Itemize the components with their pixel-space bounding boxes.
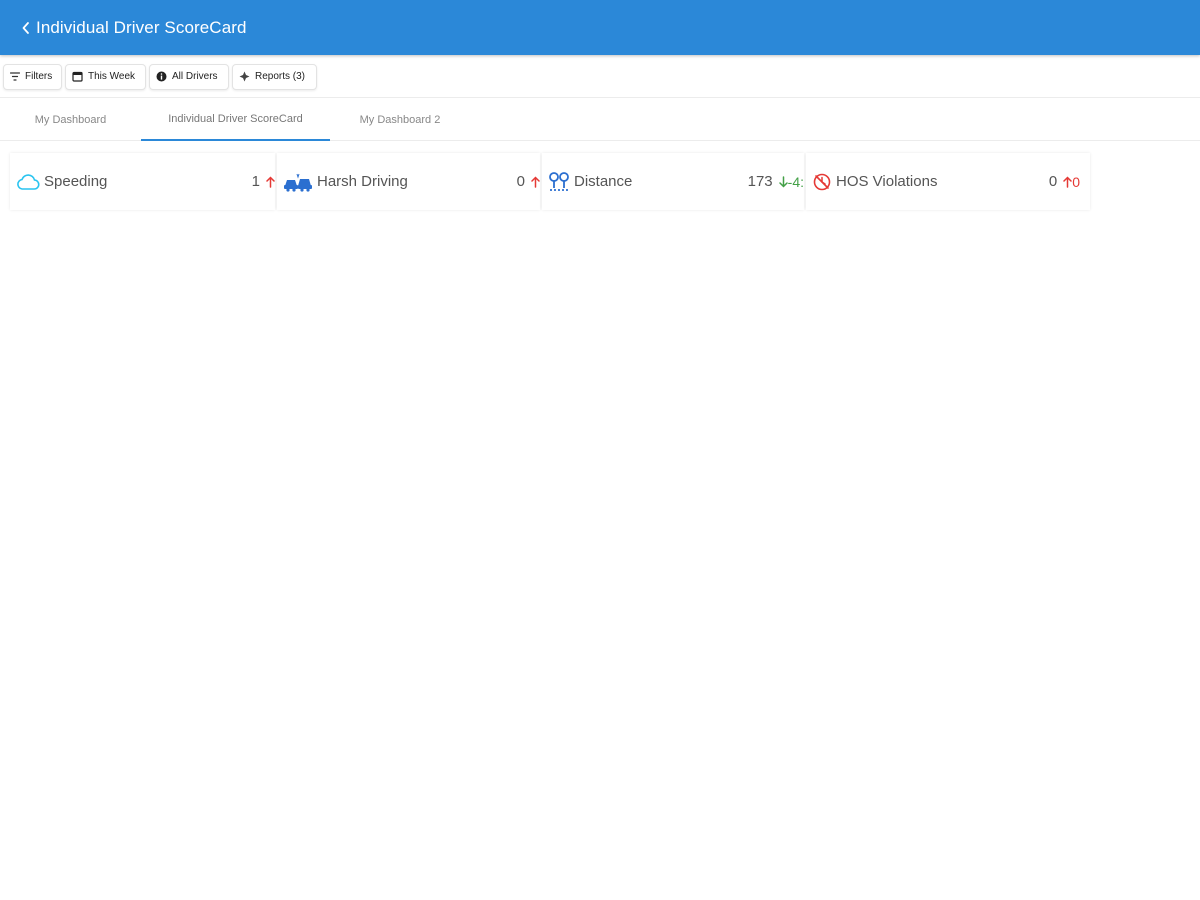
trend-indicator: 0 (1063, 174, 1080, 190)
chevron-left-icon (22, 21, 29, 34)
tab-label: Individual Driver ScoreCard (168, 113, 303, 125)
card-value: 1 (251, 173, 260, 190)
card-value: 0 (516, 173, 525, 190)
filter-icon (10, 72, 20, 81)
card-label: HOS Violations (836, 173, 938, 190)
card-label: Speeding (44, 173, 108, 190)
no-clock-icon (812, 172, 832, 192)
arrow-up-icon (531, 175, 540, 188)
trend-indicator: -4: (778, 173, 804, 190)
trend-indicator (531, 175, 540, 188)
drivers-button[interactable]: All Drivers (149, 63, 229, 90)
dashboard-tabs: My Dashboard Individual Driver ScoreCard… (0, 99, 1200, 141)
arrow-up-icon (1063, 175, 1072, 188)
hos-violations-card[interactable]: HOS Violations 0 0 (806, 153, 1090, 210)
toolbar: Filters This Week All Drivers Reports (3… (0, 56, 1200, 98)
info-icon (156, 71, 167, 82)
card-label: Distance (574, 173, 633, 190)
reports-button[interactable]: Reports (3) (232, 63, 317, 90)
report-icon (239, 71, 250, 82)
filters-label: Filters (25, 71, 53, 82)
harsh-driving-card[interactable]: Harsh Driving 0 (277, 153, 540, 210)
page-title: Individual Driver ScoreCard (36, 17, 247, 37)
kpi-cards: Speeding 1 Harsh Driving 0 Distance 173 … (10, 153, 1090, 210)
tab-label: My Dashboard (34, 113, 107, 126)
cloud-icon (16, 172, 40, 192)
reports-label: Reports (3) (255, 71, 306, 82)
distance-card[interactable]: Distance 173 -4: (542, 153, 804, 210)
arrow-down-icon (778, 175, 788, 188)
tab-my-dashboard[interactable]: My Dashboard (0, 99, 141, 140)
map-pins-icon (548, 171, 570, 193)
filters-button[interactable]: Filters (3, 63, 62, 90)
card-value: 173 (747, 173, 773, 190)
drivers-label: All Drivers (172, 71, 218, 82)
tab-label: My Dashboard 2 (359, 113, 441, 126)
date-range-button[interactable]: This Week (65, 63, 146, 90)
card-value: 0 (1048, 173, 1058, 190)
date-range-label: This Week (88, 71, 136, 82)
card-label: Harsh Driving (317, 173, 408, 190)
speeding-card[interactable]: Speeding 1 (10, 153, 275, 210)
trend-value: -4: (787, 173, 804, 190)
tab-my-dashboard-2[interactable]: My Dashboard 2 (330, 99, 470, 140)
trend-value: 0 (1072, 173, 1080, 190)
tab-individual-driver-scorecard[interactable]: Individual Driver ScoreCard (141, 99, 330, 141)
trend-indicator (266, 175, 275, 188)
arrow-up-icon (266, 175, 275, 188)
calendar-icon (72, 71, 83, 82)
back-button[interactable] (18, 16, 34, 40)
car-crash-icon (283, 172, 313, 192)
app-bar: Individual Driver ScoreCard (0, 0, 1200, 55)
